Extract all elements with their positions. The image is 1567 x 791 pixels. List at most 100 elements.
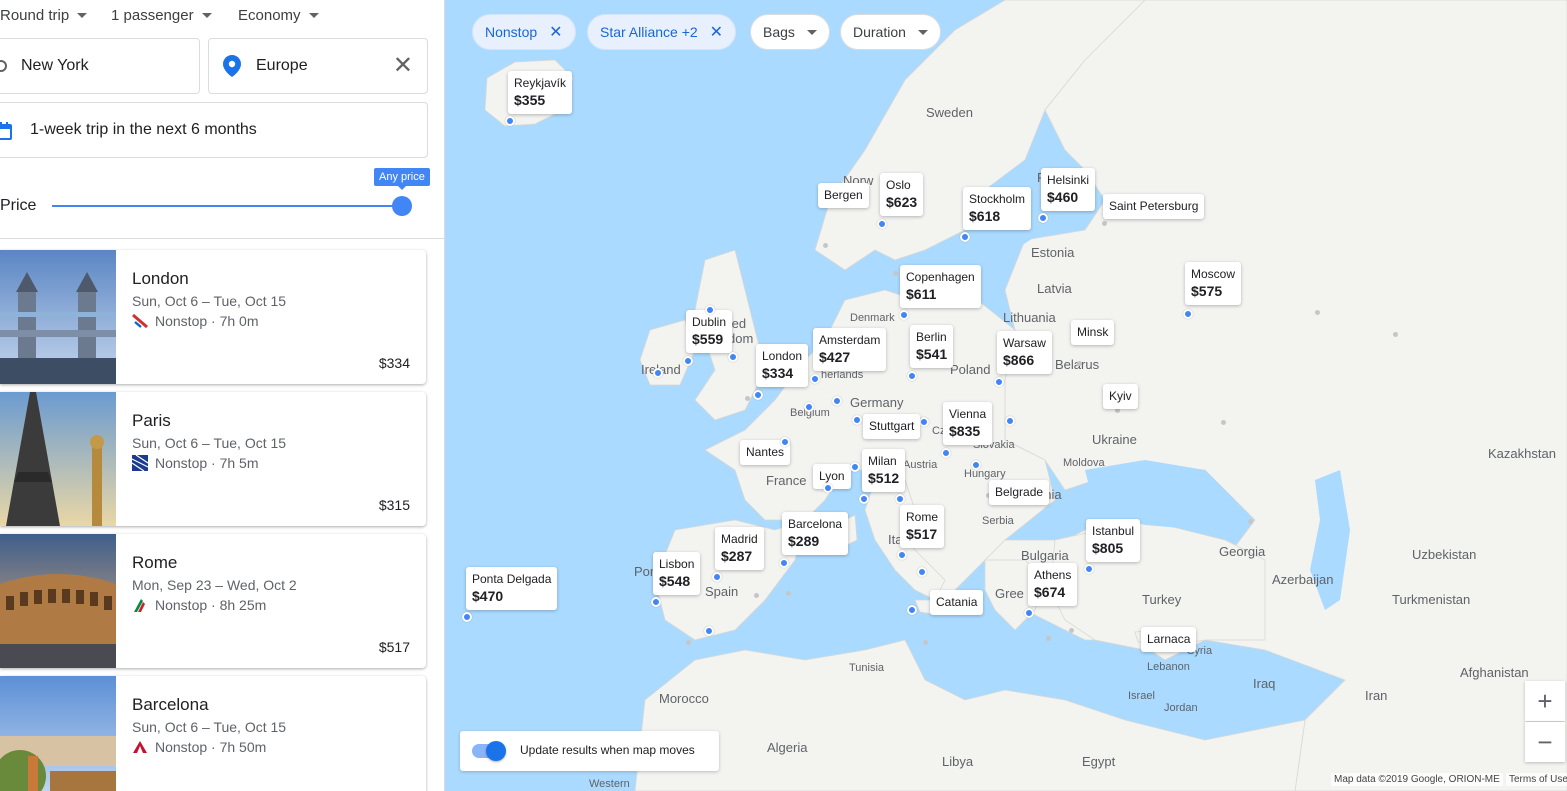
- result-card-paris[interactable]: Paris Sun, Oct 6 – Tue, Oct 15 Nonstop ·…: [0, 392, 426, 526]
- destination-pin-lisbon[interactable]: Lisbon $548: [653, 552, 701, 595]
- result-card-london[interactable]: London Sun, Oct 6 – Tue, Oct 15 Nonstop …: [0, 250, 426, 384]
- map-dot[interactable]: [505, 116, 515, 126]
- destination-pin-dublin[interactable]: Dublin $559: [686, 310, 733, 353]
- map-dot[interactable]: [651, 597, 661, 607]
- barcelona-photo: [0, 676, 116, 791]
- map-dot[interactable]: [852, 415, 862, 425]
- map-dot[interactable]: [653, 368, 663, 378]
- map-dot[interactable]: [1183, 309, 1193, 319]
- result-card-rome[interactable]: Rome Mon, Sep 23 – Wed, Oct 2 Nonstop · …: [0, 534, 426, 668]
- map-dot[interactable]: [919, 417, 929, 427]
- pin-price: $427: [819, 349, 851, 365]
- pin-price: $623: [886, 194, 918, 210]
- map-dot[interactable]: [832, 396, 842, 406]
- price-slider-thumb[interactable]: [392, 196, 412, 216]
- map-dot[interactable]: [859, 494, 869, 504]
- destination-pin-amsterdam[interactable]: Amsterdam $427: [813, 328, 887, 371]
- cabin-label: Economy: [238, 7, 301, 24]
- destination-pin-london[interactable]: London $334: [756, 344, 809, 387]
- destination-pin-belgrade[interactable]: Belgrade: [989, 480, 1050, 505]
- destination-pin-berlin[interactable]: Berlin $541: [910, 325, 954, 368]
- destination-pin-helsinki[interactable]: Helsinki $460: [1041, 168, 1096, 211]
- destination-pin-moscow[interactable]: Moscow $575: [1185, 262, 1242, 305]
- destination-pin-istanbul[interactable]: Istanbul $805: [1086, 519, 1141, 562]
- map-dot[interactable]: [877, 219, 887, 229]
- map-minor-dot: [745, 396, 750, 401]
- map-dot[interactable]: [907, 605, 917, 615]
- map-dot[interactable]: [1084, 564, 1094, 574]
- destination-pin-rome[interactable]: Rome $517: [900, 505, 945, 548]
- filter-chip-nonstop[interactable]: Nonstop ✕: [472, 14, 576, 50]
- map-dot[interactable]: [704, 626, 714, 636]
- destination-pin-athens[interactable]: Athens $674: [1028, 563, 1078, 606]
- result-card-barcelona[interactable]: Barcelona Sun, Oct 6 – Tue, Oct 15 Nonst…: [0, 676, 426, 791]
- destination-pin-larnaca[interactable]: Larnaca: [1141, 627, 1197, 652]
- chevron-down-icon: [917, 29, 928, 35]
- passengers-select[interactable]: 1 passenger: [111, 7, 212, 24]
- cabin-select[interactable]: Economy: [238, 7, 319, 24]
- destination-pin-catania[interactable]: Catania: [930, 590, 984, 615]
- destination-pin-stockholm[interactable]: Stockholm $618: [963, 187, 1032, 230]
- map-dot[interactable]: [779, 558, 789, 568]
- map-dot[interactable]: [1005, 416, 1015, 426]
- map-dot[interactable]: [683, 356, 693, 366]
- destination-pin-kyiv[interactable]: Kyiv: [1103, 384, 1138, 409]
- close-icon[interactable]: ✕: [549, 22, 562, 42]
- trip-type-select[interactable]: Round trip: [0, 7, 88, 24]
- destination-pin-reykjavik[interactable]: Reykjavík $355: [508, 71, 573, 114]
- dates-field[interactable]: 1-week trip in the next 6 months: [0, 102, 428, 158]
- map-dot[interactable]: [1024, 608, 1034, 618]
- map-dot[interactable]: [753, 390, 763, 400]
- dates-value: 1-week trip in the next 6 months: [30, 121, 257, 138]
- map-label: Serbia: [982, 515, 1014, 527]
- origin-field[interactable]: New York: [0, 38, 200, 94]
- map-dot[interactable]: [823, 483, 833, 493]
- destination-pin-milan[interactable]: Milan $512: [862, 449, 906, 492]
- map-dot[interactable]: [804, 402, 814, 412]
- map-dot[interactable]: [971, 460, 981, 470]
- destination-pin-vienna[interactable]: Vienna $835: [943, 402, 993, 445]
- close-icon[interactable]: ✕: [710, 22, 723, 42]
- map-dot[interactable]: [907, 371, 917, 381]
- destination-pin-warsaw[interactable]: Warsaw $866: [997, 331, 1052, 374]
- clear-destination-icon[interactable]: ✕: [393, 51, 413, 80]
- destination-pin-saint-petersburg[interactable]: Saint Petersburg: [1103, 194, 1205, 219]
- destination-pin-stuttgart[interactable]: Stuttgart: [863, 414, 921, 439]
- destination-pin-ponta-delgada[interactable]: Ponta Delgada $470: [466, 567, 558, 610]
- map[interactable]: Nonstop ✕ Star Alliance +2 ✕ Bags Durati…: [445, 0, 1567, 791]
- map-dot[interactable]: [994, 377, 1004, 387]
- destination-pin-bergen[interactable]: Bergen: [818, 183, 869, 208]
- map-dot[interactable]: [780, 437, 790, 447]
- zoom-out-button[interactable]: −: [1525, 722, 1565, 762]
- price-slider-track[interactable]: [52, 205, 402, 207]
- toggle-knob[interactable]: [486, 741, 506, 761]
- map-dot[interactable]: [895, 494, 905, 504]
- map-dot[interactable]: [810, 374, 820, 384]
- destination-pin-barcelona[interactable]: Barcelona $289: [782, 512, 849, 555]
- map-dot[interactable]: [462, 612, 472, 622]
- map-dot[interactable]: [941, 448, 951, 458]
- update-on-move-toggle[interactable]: Update results when map moves: [460, 731, 719, 771]
- terms-link[interactable]: Terms of Use: [1506, 773, 1567, 786]
- map-dot[interactable]: [850, 462, 860, 472]
- chevron-down-icon: [806, 29, 817, 35]
- zoom-in-button[interactable]: +: [1525, 681, 1565, 721]
- map-dot[interactable]: [899, 310, 909, 320]
- map-dot[interactable]: [1038, 213, 1048, 223]
- map-dot[interactable]: [705, 305, 715, 315]
- map-dot[interactable]: [897, 550, 907, 560]
- destination-pin-copenhagen[interactable]: Copenhagen $611: [900, 265, 981, 308]
- map-label: Turkmenistan: [1392, 592, 1471, 607]
- map-dot[interactable]: [728, 352, 738, 362]
- map-dot[interactable]: [917, 567, 927, 577]
- destination-pin-madrid[interactable]: Madrid $287: [715, 527, 764, 570]
- map-dot[interactable]: [712, 572, 722, 582]
- map-dot[interactable]: [960, 232, 970, 242]
- rome-photo: [0, 534, 116, 668]
- destination-pin-oslo[interactable]: Oslo $623: [880, 173, 924, 216]
- destination-pin-minsk[interactable]: Minsk: [1071, 320, 1115, 345]
- destination-field[interactable]: Europe ✕: [208, 38, 428, 94]
- filter-chip-bags[interactable]: Bags: [750, 14, 830, 50]
- filter-chip-duration[interactable]: Duration: [840, 14, 941, 50]
- filter-chip-alliance[interactable]: Star Alliance +2 ✕: [587, 14, 737, 50]
